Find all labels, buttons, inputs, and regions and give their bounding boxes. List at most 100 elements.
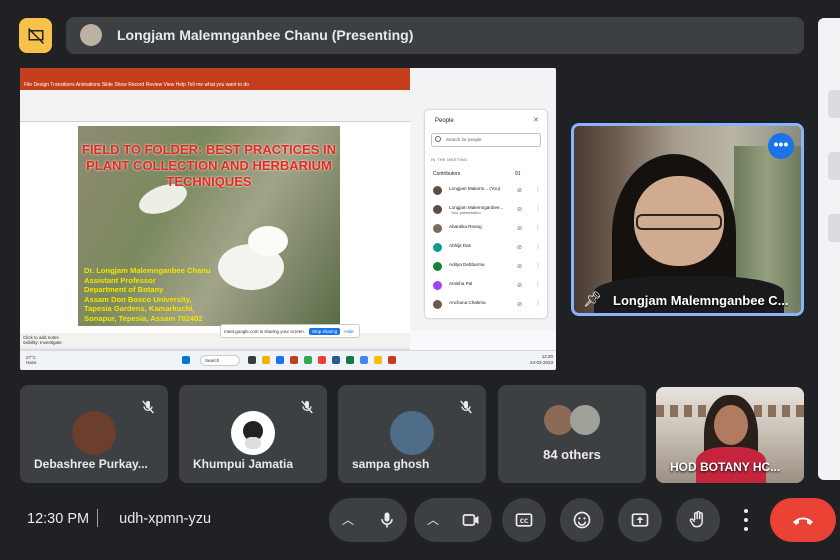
in-meeting-label: IN THE MEETING — [431, 157, 468, 162]
taskbar-app-icon[interactable] — [360, 356, 368, 364]
raise-hand-icon — [689, 510, 703, 528]
camera-control[interactable]: ︿ — [414, 498, 492, 542]
raise-hand-button[interactable] — [676, 498, 720, 542]
slide-author-line: Dr. Longjam Malemnganbee Chanu — [84, 266, 211, 275]
participant-video-tile[interactable]: HOD BOTANY HC... — [656, 387, 804, 483]
mic-off-icon — [299, 399, 315, 415]
meeting-time: 12:30 PM — [27, 511, 90, 527]
shared-screen: File Design Transitions Animations Slide… — [20, 68, 556, 370]
windows-taskbar: 27°C Haze Search 12:30 24-03-2023 — [20, 350, 556, 370]
side-panel-chip[interactable] — [828, 152, 840, 180]
person-name: Longjam Malemn... (You) — [449, 186, 501, 191]
search-icon — [435, 136, 441, 142]
taskbar-app-icon[interactable] — [318, 356, 326, 364]
participant-name: sampa ghosh — [352, 457, 430, 471]
chevron-up-icon[interactable]: ︿ — [342, 511, 354, 528]
leave-call-icon — [793, 517, 813, 525]
taskbar-app-icon[interactable] — [304, 356, 312, 364]
more-vert-icon[interactable]: ⋮ — [535, 186, 541, 193]
powerpoint-window: File Design Transitions Animations Slide… — [20, 68, 410, 348]
mic-off-icon: ⊘ — [517, 245, 523, 251]
present-button[interactable] — [618, 498, 662, 542]
taskbar-app-icon[interactable] — [290, 356, 298, 364]
ppt-titlebar — [20, 68, 410, 80]
close-icon[interactable]: ✕ — [533, 116, 539, 124]
people-list-item[interactable]: Aditya Debbarma ⊘ ⋮ — [431, 259, 543, 277]
participant-name: HOD BOTANY HC... — [670, 460, 781, 474]
slide-author-line: Assistant Professor — [84, 275, 156, 285]
chevron-up-icon[interactable]: ︿ — [427, 511, 439, 528]
captions-button[interactable]: CC — [502, 498, 546, 542]
participant-tile[interactable]: Debashree Purkay... — [20, 385, 168, 483]
present-icon — [631, 513, 649, 527]
people-list-item[interactable]: Anchana Chakma ⊘ ⋮ — [431, 297, 543, 315]
taskbar-app-icon[interactable] — [374, 356, 382, 364]
presentation-off-icon[interactable] — [19, 18, 52, 53]
mic-icon[interactable] — [377, 510, 397, 530]
mic-off-icon: ⊘ — [517, 302, 523, 308]
more-vert-icon[interactable]: ⋮ — [535, 205, 541, 212]
people-list-item[interactable]: Longjam Malemn... (You) ⊘ ⋮ — [431, 183, 543, 201]
avatar — [433, 262, 442, 271]
share-toast: meet.google.com is sharing your screen. … — [220, 324, 360, 338]
more-vert-icon[interactable]: ⋮ — [535, 224, 541, 231]
taskbar-clock: 12:30 24-03-2023 — [530, 354, 553, 366]
leave-call-button[interactable] — [770, 498, 836, 542]
participant-name: Debashree Purkay... — [34, 457, 148, 471]
emoji-button[interactable] — [560, 498, 604, 542]
mic-off-icon: ⊘ — [517, 264, 523, 270]
taskbar-app-icon[interactable] — [388, 356, 396, 364]
more-options-icon[interactable] — [736, 509, 756, 531]
mic-off-icon: ⊘ — [517, 207, 523, 213]
share-toast-text: meet.google.com is sharing your screen. — [224, 328, 306, 334]
slide-title: FIELD TO FOLDER: BEST PRACTICES IN PLANT… — [82, 142, 336, 189]
camera-icon[interactable] — [460, 510, 482, 530]
taskbar-app-icon[interactable] — [248, 356, 256, 364]
video-person-face — [714, 405, 748, 445]
people-list-item[interactable]: Abhijit Das ⊘ ⋮ — [431, 240, 543, 258]
people-list-item[interactable]: Longjam Malemnganbee... Your presentation… — [431, 202, 543, 220]
video-person-glasses — [636, 214, 722, 230]
more-vert-icon[interactable]: ⋮ — [535, 262, 541, 269]
others-count: 84 others — [543, 447, 601, 462]
taskbar-app-icon[interactable] — [262, 356, 270, 364]
ppt-menu: File Design Transitions Animations Slide… — [20, 80, 410, 90]
captions-icon: CC — [515, 513, 533, 527]
taskbar-app-icon[interactable] — [276, 356, 284, 364]
others-tile[interactable]: 84 others — [498, 385, 646, 483]
taskbar-app-icon[interactable] — [346, 356, 354, 364]
taskbar-date: 24-03-2023 — [530, 360, 554, 365]
stop-sharing-button[interactable]: Stop sharing — [309, 327, 341, 335]
presenter-title: Longjam Malemnganbee Chanu (Presenting) — [117, 27, 414, 43]
presentation-icon-glyph — [27, 27, 44, 44]
participant-tile[interactable]: sampa ghosh — [338, 385, 486, 483]
people-search-input[interactable]: Search for people — [431, 133, 541, 147]
side-panel-edge[interactable] — [818, 18, 840, 480]
avatar — [433, 281, 442, 290]
presenter-video-tile[interactable]: ••• 📌︎ Longjam Malemnganbee C... — [571, 123, 804, 316]
more-vert-icon[interactable]: ⋮ — [535, 300, 541, 307]
slide-author-line: Department of Botany — [84, 285, 164, 294]
ppt-accessibility: ssibility: Investigate — [23, 340, 62, 345]
participant-name: Khumpui Jamatia — [193, 457, 294, 471]
people-list-item[interactable]: Amisha Pal ⊘ ⋮ — [431, 278, 543, 296]
slide-orchid — [248, 226, 288, 256]
taskbar-app-icon[interactable] — [332, 356, 340, 364]
participant-tile[interactable]: Khumpui Jamatia — [179, 385, 327, 483]
more-vert-icon[interactable]: ⋮ — [535, 243, 541, 250]
side-panel-chip[interactable] — [828, 214, 840, 242]
side-panel-chip[interactable] — [828, 90, 840, 118]
mic-control[interactable]: ︿ — [329, 498, 407, 542]
meeting-code[interactable]: udh-xpmn-yzu — [119, 511, 211, 527]
slide-author-line: Assam Don Bosco University, — [84, 294, 192, 304]
more-vert-icon[interactable]: ••• — [768, 133, 794, 159]
person-name: Longjam Malemnganbee... — [449, 205, 504, 210]
windows-start-icon[interactable] — [182, 356, 190, 364]
avatar — [433, 300, 442, 309]
people-list-item[interactable]: Abantika Reang ⊘ ⋮ — [431, 221, 543, 239]
contributors-label[interactable]: Contributors — [433, 171, 460, 177]
avatar — [570, 405, 600, 435]
taskbar-search[interactable]: Search — [200, 355, 240, 366]
more-vert-icon[interactable]: ⋮ — [535, 281, 541, 288]
hide-button[interactable]: Hide — [344, 329, 353, 334]
